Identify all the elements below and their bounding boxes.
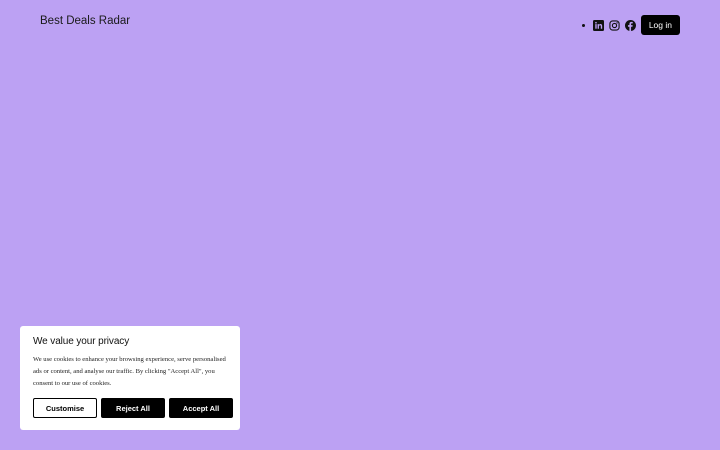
linkedin-icon[interactable] bbox=[592, 19, 604, 31]
facebook-icon[interactable] bbox=[624, 19, 636, 31]
accept-all-button[interactable]: Accept All bbox=[169, 398, 233, 418]
customise-button[interactable]: Customise bbox=[33, 398, 97, 418]
reject-all-button[interactable]: Reject All bbox=[101, 398, 165, 418]
cookie-description: We use cookies to enhance your browsing … bbox=[33, 356, 226, 387]
cookie-title: We value your privacy bbox=[33, 336, 130, 347]
instagram-icon[interactable] bbox=[609, 19, 620, 31]
cookie-button-row: Customise Reject All Accept All bbox=[33, 398, 233, 418]
login-button[interactable]: Log in bbox=[640, 15, 680, 35]
dot-separator bbox=[581, 23, 585, 27]
cookie-consent-panel: We value your privacy We use cookies to … bbox=[20, 326, 240, 430]
site-title[interactable]: Best Deals Radar bbox=[40, 14, 130, 28]
header-actions: Log in bbox=[581, 15, 680, 35]
